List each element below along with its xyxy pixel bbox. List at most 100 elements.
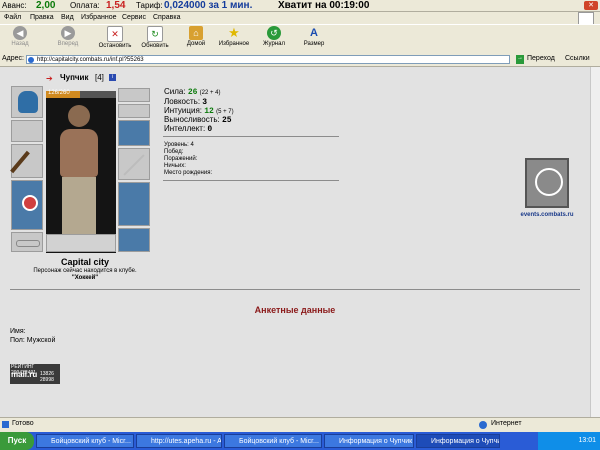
- character-name: Чупчик: [60, 73, 89, 82]
- history-icon: ↺: [267, 26, 281, 40]
- home-label: Домой: [186, 41, 206, 47]
- menu-view[interactable]: Вид: [61, 12, 74, 24]
- menu-edit[interactable]: Правка: [30, 12, 54, 24]
- size-button[interactable]: A Размер: [294, 26, 334, 49]
- start-button[interactable]: Пуск: [0, 432, 34, 450]
- zone-text: Интернет: [491, 420, 522, 427]
- tariff-value: 0,024000 за 1 мин.: [164, 0, 253, 11]
- home-button[interactable]: ⌂ Домой: [176, 26, 216, 49]
- info-losses: Поражений:: [164, 156, 198, 162]
- time-left: Хватит на 00:19:00: [278, 0, 370, 11]
- payment-value: 1,54: [106, 0, 126, 11]
- tariff-label: Тариф:: [136, 1, 163, 10]
- address-input[interactable]: http://capitalcity.combats.ru/inf.pl?552…: [26, 55, 510, 64]
- info-birthplace: Место рождения:: [164, 170, 213, 176]
- star-icon: ★: [228, 25, 240, 40]
- sword-icon: [123, 154, 145, 176]
- menu-favorites[interactable]: Избранное: [81, 12, 116, 24]
- helmet-slot[interactable]: [11, 86, 43, 118]
- profile-title: Анкетные данные: [254, 305, 336, 315]
- gloves-slot[interactable]: [11, 120, 43, 142]
- status-bar: Готово Интернет: [0, 417, 600, 432]
- back-button[interactable]: ◀ Назад: [0, 26, 40, 49]
- page-status-icon: [2, 421, 9, 428]
- refresh-icon: ↻: [147, 26, 163, 42]
- location-text: Персонаж сейчас находится в клубе.: [33, 268, 137, 274]
- address-url: http://capitalcity.combats.ru/inf.pl?552…: [37, 57, 144, 63]
- page-icon: [28, 57, 34, 63]
- jersey-slot[interactable]: [11, 180, 43, 230]
- hp-text: 126/260: [48, 90, 70, 96]
- forward-arrow-icon: ▶: [61, 26, 75, 40]
- advance-label: Аванс:: [2, 1, 27, 10]
- info-icon[interactable]: i: [109, 74, 116, 81]
- menu-tools[interactable]: Сервис: [122, 12, 146, 24]
- toolbar: ◀ Назад ▶ Вперед ✕ Остановить ↻ Обновить…: [0, 24, 600, 55]
- arrow-icon: ➔: [46, 74, 53, 83]
- taskbar-clock: 13:01: [538, 432, 600, 450]
- info-wins: Побед:: [164, 149, 184, 155]
- back-arrow-icon: ◀: [13, 26, 27, 40]
- belt-slot[interactable]: [11, 232, 43, 252]
- hp-bar: 126/260: [46, 90, 116, 98]
- boots-slot[interactable]: [118, 228, 150, 252]
- info-level: Уровень: 4: [164, 142, 194, 148]
- forward-button[interactable]: ▶ Вперед: [48, 26, 88, 49]
- events-link[interactable]: events.combats.ru: [514, 212, 580, 218]
- ring-slot-2[interactable]: [118, 104, 150, 118]
- ring-slot-1[interactable]: [118, 88, 150, 102]
- ornament-plate: [46, 234, 116, 252]
- home-icon: ⌂: [189, 26, 203, 40]
- torso-figure: [60, 129, 98, 177]
- legs-figure: [62, 177, 96, 237]
- task-item[interactable]: http://utes.apeha.ru - A...: [136, 434, 222, 448]
- address-label: Адрес:: [2, 55, 24, 62]
- stop-label: Остановить: [98, 43, 132, 49]
- task-item[interactable]: Бойцовский клуб - Micr...: [36, 434, 134, 448]
- pants-slot[interactable]: [118, 182, 150, 226]
- task-item[interactable]: Информация о Чупчик -...: [324, 434, 414, 448]
- task-item-active[interactable]: Информация о Чупчи...: [416, 434, 500, 448]
- task-item[interactable]: Бойцовский клуб - Micr...: [224, 434, 322, 448]
- belt-icon: [16, 240, 40, 247]
- favorites-button[interactable]: ★ Избранное: [214, 25, 254, 49]
- events-banner[interactable]: [525, 158, 569, 208]
- info-draws: Ничьих:: [164, 163, 186, 169]
- section-divider: [10, 289, 580, 290]
- vertical-scrollbar[interactable]: [590, 67, 600, 417]
- refresh-label: Обновить: [141, 43, 169, 49]
- taskbar: Пуск Бойцовский клуб - Micr... http://ut…: [0, 432, 600, 450]
- forward-label: Вперед: [57, 41, 79, 47]
- advance-value: 2,00: [36, 0, 56, 11]
- weapon-slot[interactable]: [10, 144, 43, 178]
- go-button[interactable]: Переход: [527, 55, 555, 62]
- font-size-icon: A: [310, 27, 318, 39]
- location-room: "Хоккей": [71, 275, 99, 281]
- crossed-weapons-slot[interactable]: [118, 148, 150, 180]
- mailru-logo: mail.ru: [11, 370, 38, 379]
- globe-icon: [479, 421, 487, 429]
- menu-bar: Файл Правка Вид Избранное Сервис Справка: [0, 12, 600, 24]
- menu-help[interactable]: Справка: [153, 12, 180, 24]
- location-title: Capital city: [60, 257, 109, 267]
- hockey-stick-icon: [10, 150, 30, 174]
- elbow-pads-slot[interactable]: [118, 120, 150, 146]
- history-button[interactable]: ↺ Журнал: [254, 26, 294, 49]
- head-figure: [68, 105, 90, 127]
- size-label: Размер: [303, 41, 325, 47]
- stop-button[interactable]: ✕ Остановить: [95, 26, 135, 51]
- character-level: [4]: [95, 73, 104, 82]
- stat-strength: Сила: 26 (22 + 4): [164, 87, 221, 97]
- helmet-icon: [18, 91, 38, 113]
- links-button[interactable]: Ссылки: [565, 55, 590, 62]
- favorites-label: Избранное: [218, 41, 250, 47]
- refresh-button[interactable]: ↻ Обновить: [135, 26, 175, 51]
- character-portrait: 126/260: [46, 90, 116, 253]
- stat-intellect: Интеллект: 0: [164, 124, 213, 134]
- close-icon[interactable]: ✕: [584, 1, 598, 10]
- go-arrow-icon: →: [516, 55, 524, 64]
- rating-counter[interactable]: РЕЙТИНГ 299422491 mail.ru 13826 28998: [10, 364, 60, 384]
- events-emblem-icon: [535, 168, 563, 196]
- menu-file[interactable]: Файл: [4, 12, 21, 24]
- counter-line3: 28998: [40, 377, 54, 383]
